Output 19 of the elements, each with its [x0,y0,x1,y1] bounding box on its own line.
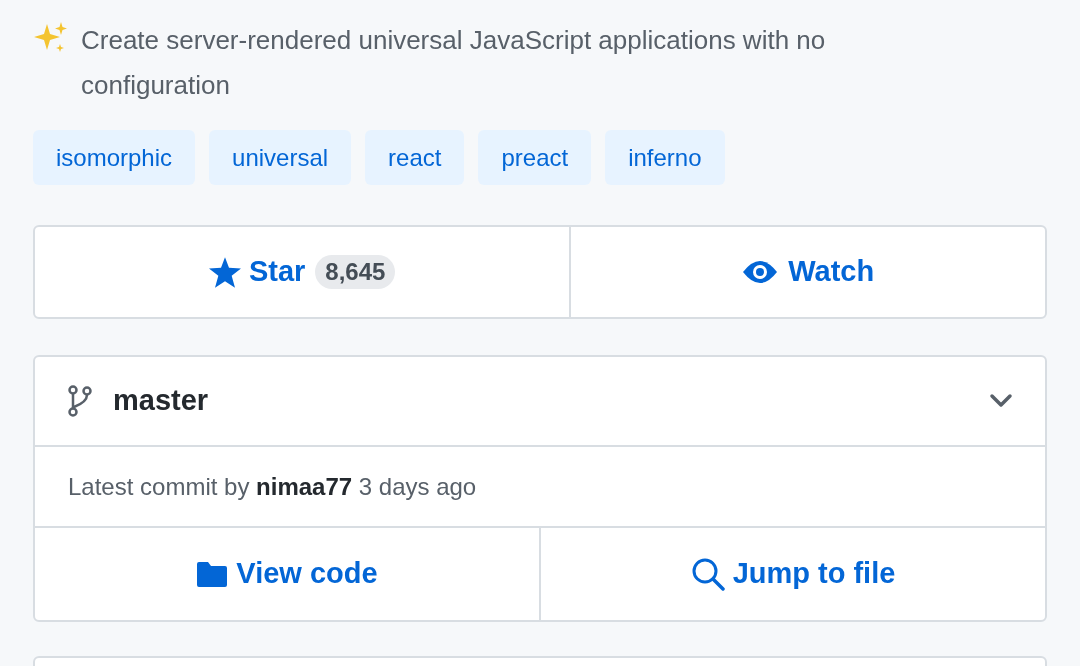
watch-button[interactable]: Watch [571,227,1045,317]
star-count: 8,645 [315,255,396,289]
folder-icon [196,560,229,588]
topic-tag[interactable]: inferno [605,130,725,185]
star-button[interactable]: Star 8,645 [35,227,572,317]
branch-icon [67,385,93,417]
star-icon [208,256,241,288]
view-code-button[interactable]: View code [35,528,541,620]
eye-icon [742,259,779,285]
jump-to-file-button[interactable]: Jump to file [541,528,1045,620]
topic-tag[interactable]: universal [209,130,352,185]
topic-tag[interactable]: preact [478,130,592,185]
topic-tag[interactable]: isomorphic [33,130,196,185]
branch-selector[interactable]: master [35,357,1045,447]
topic-tag[interactable]: react [365,130,465,185]
chevron-icon [989,393,1013,409]
search-icon [690,557,725,591]
latest-commit-text: Latest commit by nimaa77 3 days ago [68,471,477,502]
repository-description: Create server-rendered universal JavaScript applications with no configuration [81,24,827,102]
